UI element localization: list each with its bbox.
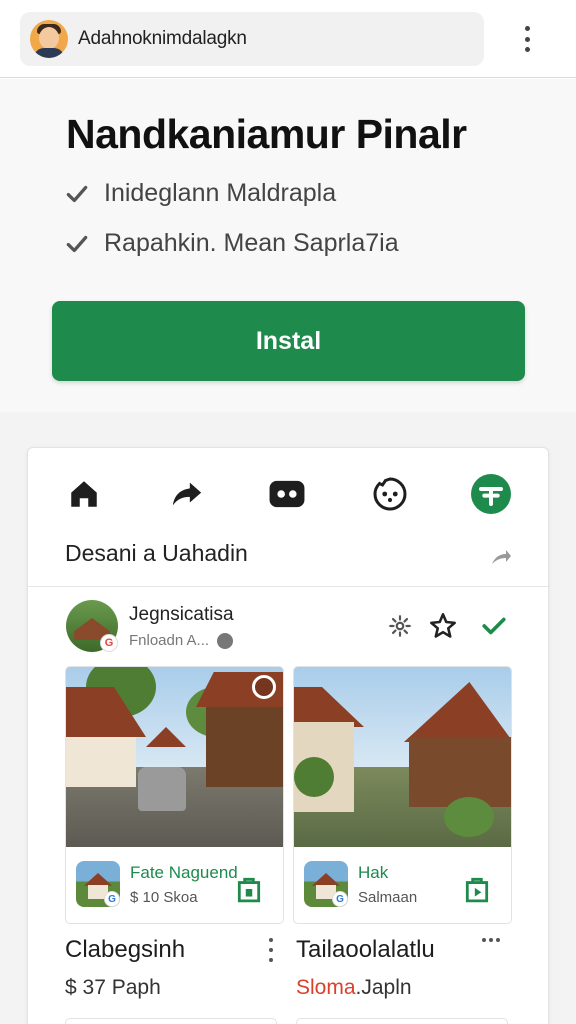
next-listing-card[interactable] — [65, 1018, 277, 1024]
listing-card-title: Fate Naguend — [130, 863, 238, 882]
divider — [28, 586, 550, 587]
listing-info: G Fate Naguend $ 10 Skoa — [66, 847, 283, 923]
hero-section: Nandkaniamur Pinalr Inideglann Maldrapla… — [0, 79, 576, 412]
price-rest: .Japln — [355, 976, 412, 999]
home-icon[interactable] — [64, 474, 104, 514]
feature-item: Inideglann Maldrapla — [64, 179, 336, 208]
check-icon — [66, 185, 88, 202]
profile-subtitle-text: Fnloadn A... — [129, 632, 210, 649]
listing-card-price: Salmaan — [358, 889, 418, 906]
next-listing-card[interactable] — [296, 1018, 508, 1024]
icon-nav-row — [28, 468, 550, 520]
user-avatar-icon — [30, 20, 68, 58]
profile-badge: G — [100, 634, 118, 652]
profile-subtitle: Fnloadn A... — [129, 632, 234, 649]
app-title: Nandkaniamur Pinalr — [66, 111, 467, 157]
listing-price: $ 37 Paph — [65, 976, 161, 999]
listing-card-title: Hak — [358, 863, 389, 882]
section-heading: Desani a Uahadin — [65, 540, 248, 566]
listing-price: Sloma.Japln — [296, 976, 412, 1000]
photo-settings-icon[interactable] — [252, 675, 276, 699]
store-bag-icon[interactable] — [236, 875, 262, 903]
info-dot-icon — [217, 632, 234, 649]
profile-name[interactable]: Jegnsicatisa — [129, 604, 234, 626]
star-outline-icon[interactable] — [429, 612, 457, 640]
feature-text: Rapahkin. Mean Saprla7ia — [104, 229, 399, 257]
feature-item: Rapahkin. Mean Saprla7ia — [64, 229, 399, 258]
share-icon[interactable] — [167, 474, 207, 514]
listing-photo — [294, 667, 511, 847]
more-vertical-icon[interactable] — [516, 24, 538, 54]
content-area: Desani a Uahadin G Jegnsicatisa Fnloadn … — [0, 412, 576, 1024]
top-app-bar: Adahnoknimdalagkn — [0, 0, 576, 78]
store-bag-icon[interactable] — [464, 875, 490, 903]
arrow-icon[interactable] — [488, 544, 514, 568]
dev-tools-icon[interactable] — [471, 474, 511, 514]
check-icon — [66, 235, 88, 252]
price-accent: Sloma — [296, 976, 356, 999]
more-horizontal-icon[interactable] — [482, 938, 500, 944]
listing-card[interactable]: G Hak Salmaan — [293, 666, 512, 924]
listing-card[interactable]: G Fate Naguend $ 10 Skoa — [65, 666, 284, 924]
verified-check-icon[interactable] — [480, 612, 508, 640]
listing-title[interactable]: Tailaoolalatlu — [296, 936, 435, 964]
gamepad-icon[interactable] — [267, 474, 307, 514]
more-vertical-icon[interactable] — [266, 938, 276, 962]
thumb-badge: G — [104, 891, 120, 907]
install-button[interactable]: Instal — [52, 301, 525, 381]
listing-photo — [66, 667, 283, 847]
listing-card-price: $ 10 Skoa — [130, 889, 198, 906]
feature-text: Inideglann Maldrapla — [104, 179, 337, 207]
account-chip[interactable]: Adahnoknimdalagkn — [20, 12, 484, 66]
listing-info: G Hak Salmaan — [294, 847, 511, 923]
thumb-badge: G — [332, 891, 348, 907]
listing-title[interactable]: Clabegsinh — [65, 936, 185, 964]
preview-card: Desani a Uahadin G Jegnsicatisa Fnloadn … — [27, 447, 550, 1024]
settings-icon[interactable] — [386, 612, 414, 640]
account-name: Adahnoknimdalagkn — [78, 28, 247, 49]
emoji-icon[interactable] — [370, 474, 410, 514]
